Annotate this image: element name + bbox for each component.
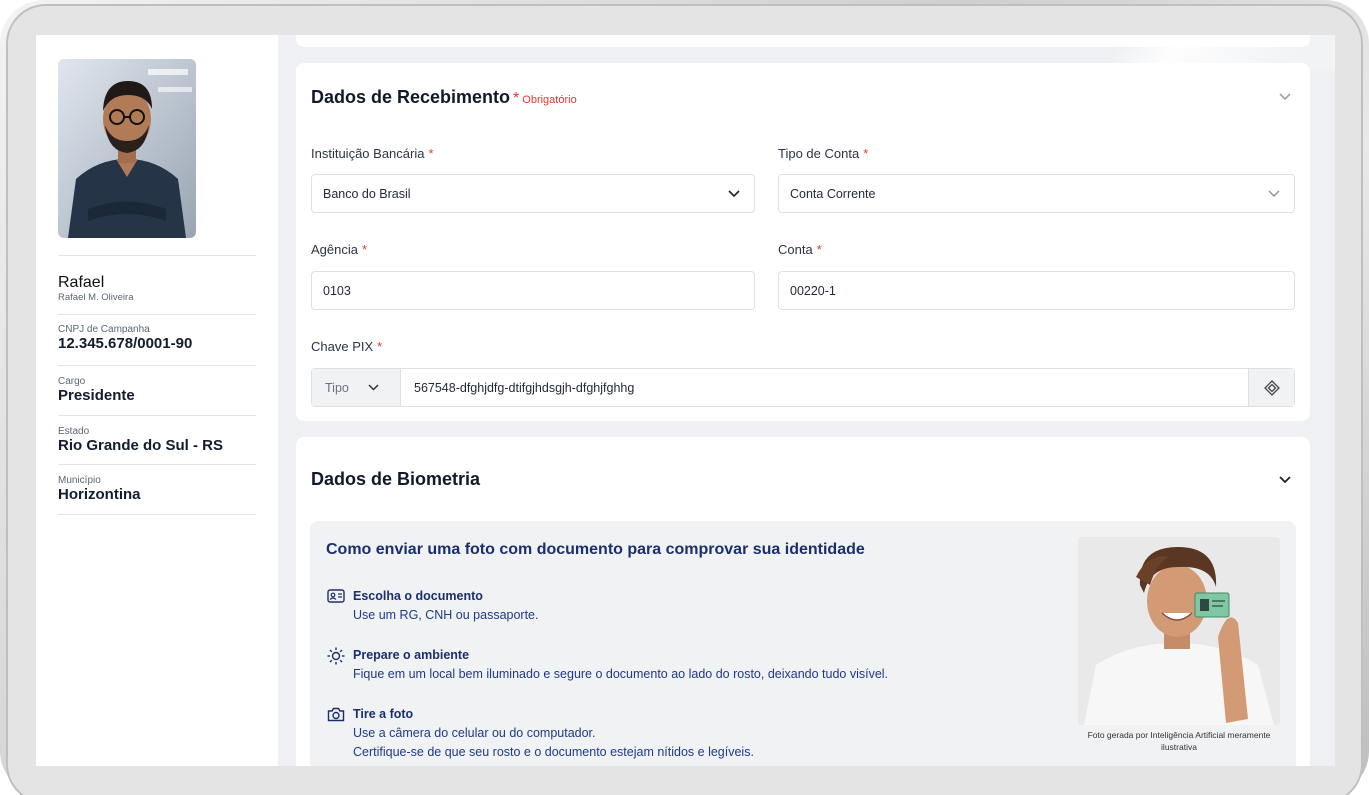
municipio-label: Município bbox=[58, 475, 101, 486]
pix-required: * bbox=[377, 339, 383, 354]
pix-key-value: 567548-dfghjdfg-dtifgjhdsgjh-dfghjfghhg bbox=[414, 380, 635, 395]
banco-select[interactable]: Banco do Brasil bbox=[311, 174, 755, 213]
cnpj-value: 12.345.678/0001-90 bbox=[58, 335, 193, 352]
estado-label: Estado bbox=[58, 426, 90, 437]
tipo-conta-label-row: Tipo de Conta * bbox=[778, 146, 868, 161]
chevron-down-icon bbox=[1268, 190, 1280, 197]
step-take-photo: Tire a foto Use a câmera do celular ou d… bbox=[353, 707, 754, 759]
profile-sidebar: Rafael Rafael M. Oliveira CNPJ de Campan… bbox=[36, 35, 278, 766]
required-text: Obrigatório bbox=[522, 94, 577, 106]
pix-label-row: Chave PIX * bbox=[311, 339, 382, 354]
cnpj-label: CNPJ de Campanha bbox=[58, 324, 150, 335]
profile-full-name: Rafael M. Oliveira bbox=[58, 292, 134, 303]
pix-key-input[interactable]: 567548-dfghjdfg-dtifgjhdsgjh-dfghjfghhg bbox=[401, 381, 1248, 395]
step-2-text: Fique em um local bem iluminado e segure… bbox=[353, 667, 889, 681]
banco-value: Banco do Brasil bbox=[323, 186, 411, 201]
camera-icon bbox=[327, 707, 345, 722]
example-id-photo bbox=[1078, 537, 1280, 725]
step-1-title: Escolha o documento bbox=[353, 589, 483, 603]
recebimento-card: Dados de Recebimento * Obrigatório Insti… bbox=[296, 63, 1310, 421]
banco-label: Instituição Bancária bbox=[311, 146, 425, 161]
screen: Rafael Rafael M. Oliveira CNPJ de Campan… bbox=[36, 35, 1335, 766]
biometria-instructions: Como enviar uma foto com documento para … bbox=[310, 521, 1296, 766]
biometria-title: Dados de Biometria bbox=[311, 469, 481, 489]
pix-input-group: Tipo 567548-dfghjdfg-dtifgjhdsgjh-dfghjf… bbox=[311, 368, 1295, 407]
step-3-text-2: Certifique-se de que seu rosto e o docum… bbox=[353, 745, 754, 759]
recebimento-header: Dados de Recebimento * Obrigatório bbox=[311, 87, 577, 108]
step-3-title: Tire a foto bbox=[353, 707, 414, 721]
step-1-text: Use um RG, CNH ou passaporte. bbox=[353, 608, 539, 622]
tipo-conta-select[interactable]: Conta Corrente bbox=[778, 174, 1295, 213]
agencia-label: Agência bbox=[311, 242, 358, 257]
conta-label: Conta bbox=[778, 242, 813, 257]
sun-icon bbox=[327, 647, 345, 665]
estado-value: Rio Grande do Sul - RS bbox=[58, 437, 224, 454]
agencia-input[interactable]: 0103 bbox=[311, 271, 755, 310]
municipio-block: Município Horizontina bbox=[58, 464, 256, 515]
chevron-down-icon bbox=[728, 189, 740, 197]
cargo-label: Cargo bbox=[58, 376, 86, 387]
municipio-value: Horizontina bbox=[58, 486, 141, 503]
pix-label: Chave PIX bbox=[311, 339, 374, 354]
pix-type-value: Tipo bbox=[325, 380, 349, 395]
banco-required: * bbox=[428, 146, 434, 161]
photo-caption: Foto gerada por Inteligência Artificial … bbox=[1087, 730, 1271, 752]
step-prepare-environment: Prepare o ambiente Fique em um local bem… bbox=[353, 648, 888, 681]
step-2-title: Prepare o ambiente bbox=[353, 648, 470, 662]
pix-icon bbox=[1263, 379, 1280, 396]
screen-glare bbox=[1109, 35, 1335, 71]
required-star: * bbox=[513, 90, 520, 107]
estado-block: Estado Rio Grande do Sul - RS bbox=[58, 415, 256, 465]
banco-label-row: Instituição Bancária * bbox=[311, 146, 434, 161]
step-choose-document: Escolha o documento Use um RG, CNH ou pa… bbox=[353, 589, 539, 622]
recebimento-title: Dados de Recebimento bbox=[311, 87, 511, 107]
conta-value: 00220-1 bbox=[790, 283, 836, 298]
expand-chevron-icon[interactable] bbox=[1278, 475, 1292, 485]
pix-type-select[interactable]: Tipo bbox=[312, 369, 401, 406]
agencia-value: 0103 bbox=[323, 283, 351, 298]
pix-icon-button[interactable] bbox=[1248, 369, 1294, 406]
collapse-chevron-icon[interactable] bbox=[1278, 91, 1292, 101]
tipo-conta-value: Conta Corrente bbox=[790, 186, 876, 201]
profile-name: Rafael bbox=[58, 274, 105, 291]
agencia-required: * bbox=[361, 242, 368, 257]
cargo-block: Cargo Presidente bbox=[58, 365, 256, 415]
step-3-text: Use a câmera do celular ou do computador… bbox=[353, 726, 596, 740]
biometria-card: Dados de Biometria Como enviar uma foto … bbox=[296, 437, 1310, 766]
profile-name-block: Rafael Rafael M. Oliveira bbox=[58, 255, 256, 315]
avatar bbox=[58, 59, 196, 238]
tipo-conta-required: * bbox=[863, 146, 869, 161]
cargo-value: Presidente bbox=[58, 387, 135, 404]
conta-input[interactable]: 00220-1 bbox=[778, 271, 1295, 310]
agencia-label-row: Agência * bbox=[311, 242, 367, 257]
conta-required: * bbox=[816, 242, 822, 257]
chevron-down-icon bbox=[368, 384, 379, 391]
cnpj-block: CNPJ de Campanha 12.345.678/0001-90 bbox=[58, 314, 256, 365]
instructions-heading: Como enviar uma foto com documento para … bbox=[326, 541, 865, 558]
tipo-conta-label: Tipo de Conta bbox=[778, 146, 860, 161]
conta-label-row: Conta * bbox=[778, 242, 822, 257]
id-card-icon bbox=[327, 589, 345, 603]
